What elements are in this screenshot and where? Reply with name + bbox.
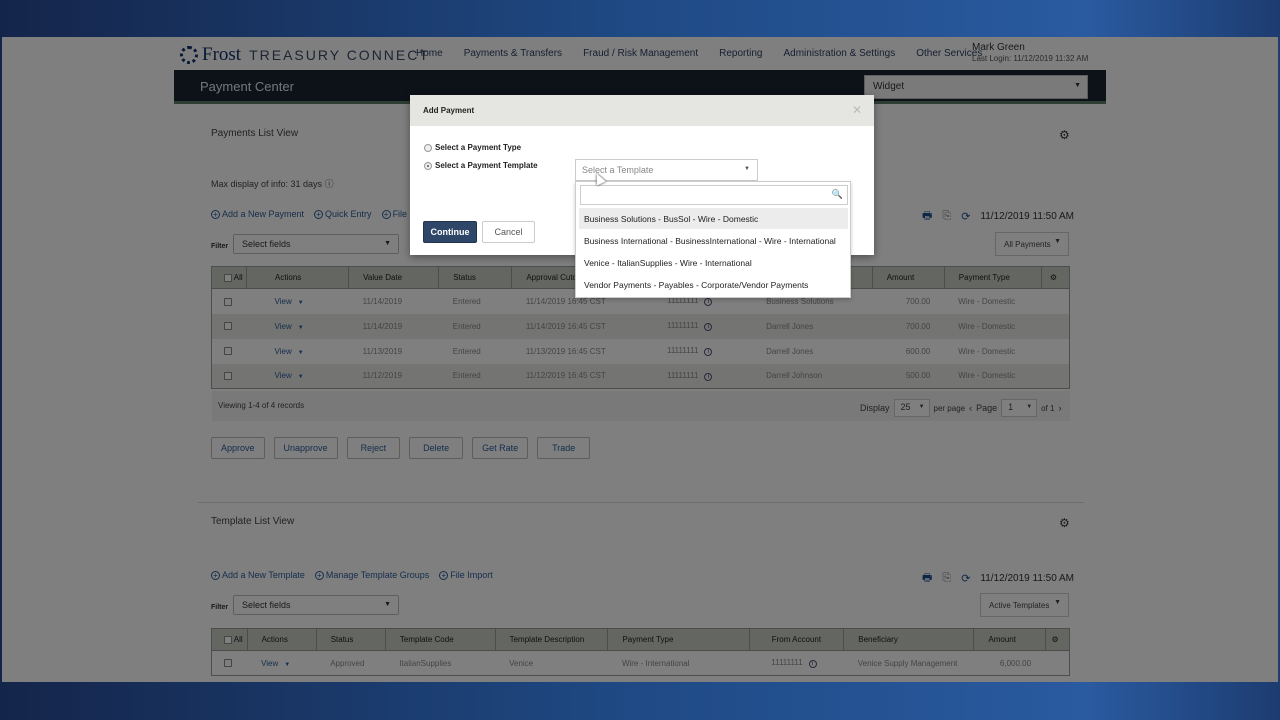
payment-type-radio[interactable]: [424, 143, 432, 152]
template-search-input[interactable]: 🔍: [580, 185, 848, 205]
payment-center-page: Frost TREASURY CONNECT Home Payments & T…: [2, 37, 1278, 682]
template-option[interactable]: Vendor Payments - Payables - Corporate/V…: [579, 274, 848, 295]
template-option[interactable]: Business International - BusinessInterna…: [579, 230, 848, 251]
payment-template-label: Select a Payment Template: [435, 161, 538, 170]
payment-template-option[interactable]: Select a Payment Template: [424, 161, 538, 170]
template-option[interactable]: Business Solutions - BusSol - Wire - Dom…: [579, 208, 848, 229]
search-icon: 🔍: [831, 189, 843, 199]
payment-type-label: Select a Payment Type: [435, 143, 522, 152]
caret-down-icon: ▼: [744, 166, 750, 172]
modal-title: Add Payment: [423, 106, 475, 115]
modal-header: Add Payment ✕: [410, 95, 874, 126]
payment-template-radio[interactable]: [424, 161, 432, 170]
template-select-placeholder: Select a Template: [582, 165, 654, 175]
continue-button[interactable]: Continue: [423, 221, 477, 243]
cancel-button[interactable]: Cancel: [482, 221, 535, 243]
close-icon[interactable]: ✕: [852, 103, 862, 117]
template-option[interactable]: Venice - ItalianSupplies - Wire - Intern…: [579, 252, 848, 273]
payment-type-option[interactable]: Select a Payment Type: [424, 143, 521, 152]
template-dropdown: 🔍 Business Solutions - BusSol - Wire - D…: [575, 181, 851, 298]
browser-viewport: Frost TREASURY CONNECT Home Payments & T…: [2, 37, 1278, 682]
